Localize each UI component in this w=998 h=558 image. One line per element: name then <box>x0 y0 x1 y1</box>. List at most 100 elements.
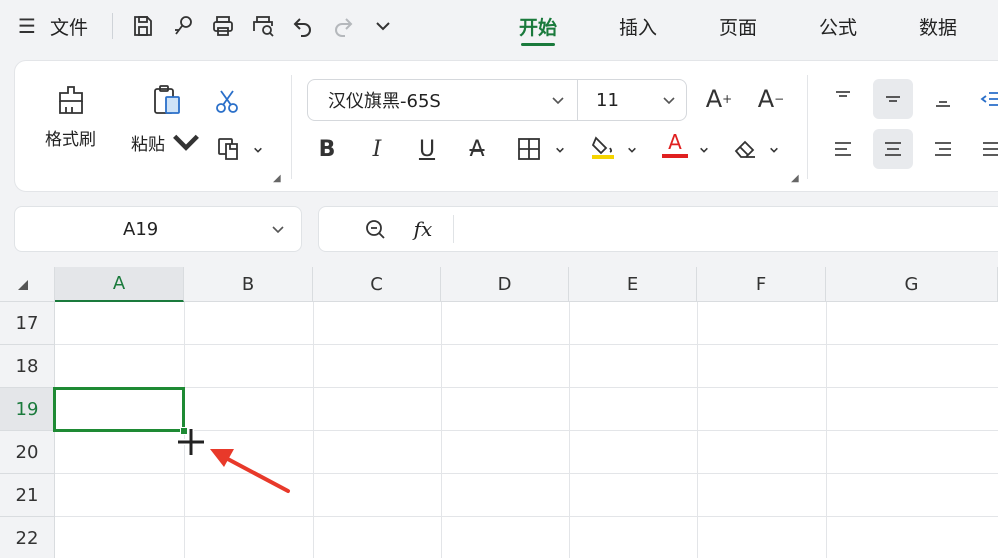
font-dialog-launcher-icon[interactable]: ◢ <box>791 173 799 184</box>
clear-format-button[interactable] <box>727 131 763 167</box>
strikethrough-button[interactable]: A <box>459 131 495 167</box>
paste-button[interactable]: 粘贴 <box>131 83 203 159</box>
row-header-17[interactable]: 17 <box>0 302 55 345</box>
name-box-value: A19 <box>123 218 159 240</box>
chevron-down-icon[interactable] <box>769 145 779 155</box>
formula-input[interactable] <box>454 209 998 249</box>
chevron-down-icon <box>552 97 564 105</box>
column-header-a[interactable]: A <box>55 267 184 302</box>
align-center-button[interactable] <box>873 129 913 169</box>
chevron-down-icon <box>663 97 675 105</box>
insert-function-button[interactable]: fx <box>399 217 447 241</box>
decrease-indent-button[interactable] <box>971 79 998 119</box>
paint-bucket-icon <box>591 136 614 159</box>
name-box[interactable]: A19 <box>14 206 302 252</box>
underline-button[interactable]: U <box>409 131 445 167</box>
column-gridline <box>441 302 442 558</box>
column-gridline <box>697 302 698 558</box>
increase-font-size-button[interactable]: A + <box>701 81 737 117</box>
font-size-value: 11 <box>596 89 619 111</box>
clipboard-dialog-launcher-icon[interactable]: ◢ <box>273 173 281 184</box>
share-button[interactable] <box>163 6 203 46</box>
column-header-g[interactable]: G <box>826 267 998 302</box>
chevron-down-icon[interactable] <box>169 125 203 159</box>
spreadsheet-grid: A B C D E F G 17 18 19 20 21 22 <box>0 267 998 558</box>
paste-label: 粘贴 <box>131 125 203 159</box>
zoom-formula-button[interactable] <box>351 217 399 241</box>
redo-button[interactable] <box>323 6 363 46</box>
more-dropdown-button[interactable] <box>363 6 403 46</box>
align-middle-button[interactable] <box>873 79 913 119</box>
column-gridline <box>826 302 827 558</box>
chevron-down-icon[interactable] <box>253 145 263 155</box>
borders-icon <box>518 138 540 160</box>
align-top-button[interactable] <box>823 79 863 119</box>
align-left-button[interactable] <box>823 129 863 169</box>
chevron-down-icon[interactable] <box>627 145 637 155</box>
column-header-d[interactable]: D <box>441 267 569 302</box>
row-header-18[interactable]: 18 <box>0 345 55 388</box>
ribbon-tabs: 开始 插入 页面 公式 数据 <box>488 0 988 52</box>
scissors-icon <box>216 90 238 113</box>
search-icon <box>366 220 385 239</box>
bold-button[interactable]: B <box>309 131 345 167</box>
row-header-20[interactable]: 20 <box>0 431 55 474</box>
quick-access-toolbar: ☰ 文件 <box>0 0 403 52</box>
tab-home[interactable]: 开始 <box>488 0 588 52</box>
font-name-select[interactable]: 汉仪旗黑-65S <box>308 80 578 120</box>
tab-data[interactable]: 数据 <box>888 0 988 52</box>
cut-button[interactable] <box>209 83 245 119</box>
table-row[interactable] <box>55 517 998 558</box>
file-menu[interactable]: 文件 <box>50 13 88 40</box>
font-color-letter: A <box>668 130 682 154</box>
undo-button[interactable] <box>283 6 323 46</box>
hamburger-menu-icon[interactable]: ☰ <box>18 14 46 38</box>
column-gridline <box>569 302 570 558</box>
fill-color-button[interactable] <box>585 129 621 165</box>
tab-formulas[interactable]: 公式 <box>788 0 888 52</box>
font-name-value: 汉仪旗黑-65S <box>328 91 441 112</box>
decrease-font-icon: A <box>757 85 775 113</box>
align-right-button[interactable] <box>923 129 963 169</box>
format-painter-button[interactable]: 格式刷 <box>45 83 96 150</box>
column-header-e[interactable]: E <box>569 267 697 302</box>
chevron-down-icon[interactable] <box>699 145 709 155</box>
align-bottom-icon <box>936 101 950 107</box>
italic-button[interactable]: I <box>359 131 395 167</box>
chevron-down-icon[interactable] <box>271 222 285 236</box>
format-painter-icon <box>58 86 83 114</box>
table-row[interactable] <box>55 474 998 517</box>
chevron-down-icon[interactable] <box>555 145 565 155</box>
active-cell-a19[interactable] <box>53 387 185 432</box>
justify-button[interactable] <box>971 129 998 169</box>
column-header-f[interactable]: F <box>697 267 826 302</box>
row-header-22[interactable]: 22 <box>0 517 55 558</box>
spreadsheet-app: ☰ 文件 开始 插入 页面 公式 数据 格式刷 粘贴 ◢ 汉仪旗黑-65S 11… <box>0 0 998 558</box>
print-preview-button[interactable] <box>243 6 283 46</box>
borders-button[interactable] <box>511 131 547 167</box>
redo-icon <box>335 18 353 37</box>
group-separator <box>807 75 808 179</box>
save-button[interactable] <box>123 6 163 46</box>
align-right-icon <box>935 142 951 156</box>
select-all-button[interactable] <box>0 267 55 302</box>
copy-button[interactable] <box>211 131 247 167</box>
chevron-down-icon <box>376 22 390 31</box>
table-row[interactable] <box>55 302 998 345</box>
print-button[interactable] <box>203 6 243 46</box>
tab-page[interactable]: 页面 <box>688 0 788 52</box>
row-header-19[interactable]: 19 <box>0 388 55 431</box>
column-header-c[interactable]: C <box>313 267 441 302</box>
font-size-select[interactable]: 11 <box>578 80 686 120</box>
tab-insert[interactable]: 插入 <box>588 0 688 52</box>
column-header-b[interactable]: B <box>184 267 313 302</box>
decrease-font-size-button[interactable]: A − <box>753 81 789 117</box>
table-row[interactable] <box>55 345 998 388</box>
share-icon <box>175 16 192 35</box>
align-bottom-button[interactable] <box>923 79 963 119</box>
print-icon <box>213 16 233 36</box>
font-color-button[interactable]: A <box>657 127 693 163</box>
row-header-21[interactable]: 21 <box>0 474 55 517</box>
increase-font-icon: A <box>705 85 723 113</box>
annotation-arrow-icon <box>210 449 290 493</box>
